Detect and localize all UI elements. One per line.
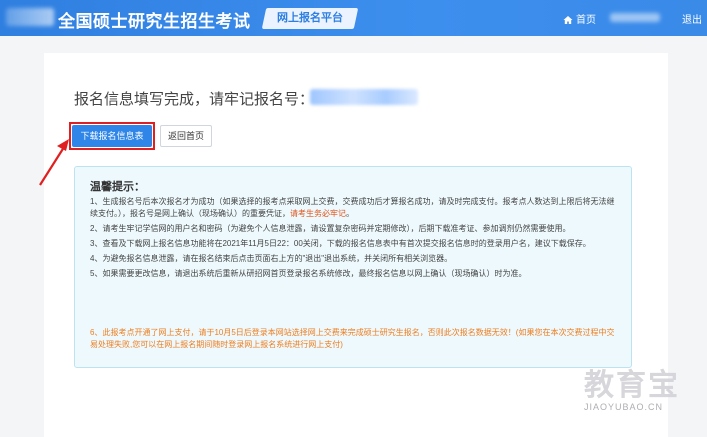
red-highlight-box <box>69 122 155 150</box>
platform-badge-label: 网上报名平台 <box>277 12 343 24</box>
tip-item-1: 1、生成报名号后本次报名才为成功（如果选择的报考点采取网上交费，交费成功后才算报… <box>90 196 618 220</box>
site-title: 全国硕士研究生招生考试 <box>58 12 251 31</box>
tip-1-suffix: 。 <box>346 209 354 218</box>
home-link[interactable]: 首页 <box>563 11 596 26</box>
platform-badge: 网上报名平台 <box>261 8 359 29</box>
registration-number-blurred <box>310 89 418 105</box>
tip-item-5: 5、如果需要更改信息，请退出系统后重新从研招网首页登录报名系统修改，最终报名信息… <box>90 269 527 278</box>
back-home-button[interactable]: 返回首页 <box>160 125 212 147</box>
home-label: 首页 <box>576 15 596 26</box>
tip-item-2: 2、请考生牢记学信网的用户名和密码（为避免个人信息泄露，请设置复杂密码并定期修改… <box>90 224 571 233</box>
username-blurred <box>610 13 660 22</box>
top-header: 全国硕士研究生招生考试 网上报名平台 首页 退出 <box>0 0 707 36</box>
watermark-cn: 教育宝 <box>584 369 680 402</box>
tips-title: 温馨提示： <box>90 181 145 193</box>
tip-1-highlight: 请考生务必牢记 <box>290 209 346 218</box>
logout-link[interactable]: 退出 <box>682 11 702 26</box>
tip-item-3: 3、查看及下载网上报名信息功能将在2021年11月5日22：00关闭，下载的报名… <box>90 239 591 248</box>
tips-list: 1、生成报名号后本次报名才为成功（如果选择的报考点采取网上交费，交费成功后才算报… <box>90 196 618 283</box>
page-heading: 报名信息填写完成，请牢记报名号： <box>74 91 315 108</box>
home-icon <box>563 16 573 24</box>
tip-item-6-payment-notice: 6、此报考点开通了网上支付，请于10月5日后登录本网站选择网上交费来完成硕士研究… <box>90 328 615 349</box>
tip-item-4: 4、为避免报名信息泄露，请在报名结束后点击页面右上方的"退出"退出系统，并关闭所… <box>90 254 453 263</box>
logo-icon <box>6 8 54 26</box>
watermark: 教育宝 JIAOYUBAO.CN <box>584 360 694 412</box>
